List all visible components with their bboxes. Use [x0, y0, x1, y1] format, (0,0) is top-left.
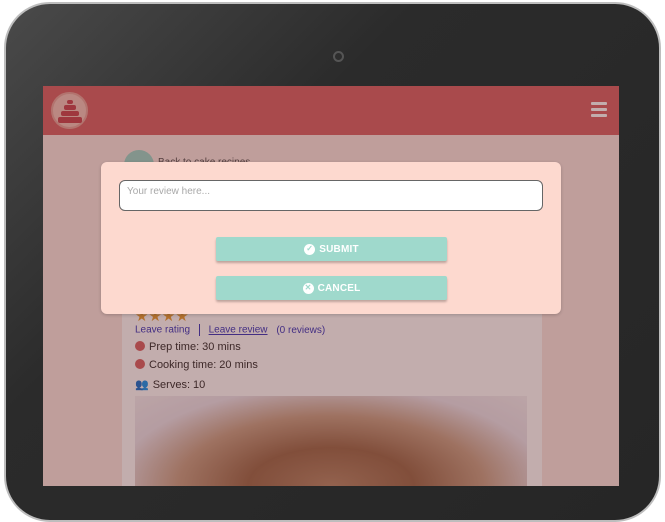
camera-icon	[333, 51, 344, 62]
review-input[interactable]	[119, 180, 543, 211]
cancel-label: CANCEL	[317, 282, 361, 294]
check-circle-icon: ✓	[304, 243, 316, 255]
submit-label: SUBMIT	[319, 243, 359, 255]
submit-button[interactable]: ✓ SUBMIT	[216, 237, 447, 261]
review-modal: ✓ SUBMIT ✕ CANCEL	[101, 162, 561, 314]
cancel-button[interactable]: ✕ CANCEL	[216, 276, 447, 300]
close-circle-icon: ✕	[302, 282, 314, 294]
